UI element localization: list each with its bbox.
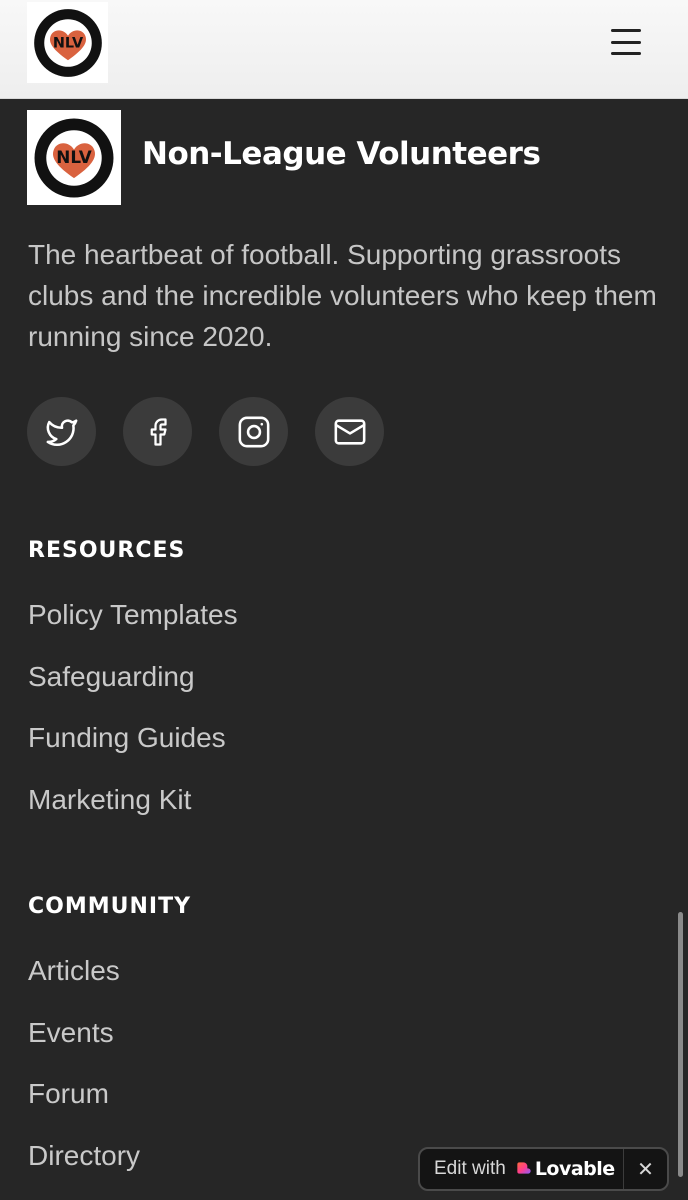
svg-text:NLV: NLV [56,147,91,167]
header-logo[interactable]: NLV [27,2,108,83]
mail-icon [334,418,365,445]
brand-name: Non-League Volunteers [142,136,541,172]
edit-with-lovable-badge: Edit with Lovable ✕ [418,1147,669,1191]
menu-bar [611,52,641,55]
link-marketing-kit[interactable]: Marketing Kit [28,784,191,816]
link-safeguarding[interactable]: Safeguarding [28,661,195,693]
instagram-button[interactable] [219,397,288,466]
link-funding-guides[interactable]: Funding Guides [28,722,226,754]
social-links [27,397,384,466]
menu-bar [611,29,641,32]
link-directory[interactable]: Directory [28,1140,140,1172]
lovable-heart-icon [517,1162,531,1174]
link-policy-templates[interactable]: Policy Templates [28,599,238,631]
edit-with-lovable-button[interactable]: Edit with Lovable [420,1149,623,1189]
close-badge-button[interactable]: ✕ [623,1149,667,1189]
facebook-button[interactable] [123,397,192,466]
resources-heading: RESOURCES [28,538,186,563]
link-events[interactable]: Events [28,1017,114,1049]
edit-with-label: Edit with [434,1158,506,1179]
email-button[interactable] [315,397,384,466]
hamburger-menu-button[interactable] [604,24,648,60]
twitter-icon [46,418,77,446]
instagram-icon [238,416,269,447]
facebook-icon [150,417,167,446]
lovable-brand: Lovable [534,1158,615,1180]
twitter-button[interactable] [27,397,96,466]
link-articles[interactable]: Articles [28,955,120,987]
link-forum[interactable]: Forum [28,1078,109,1110]
community-heading: COMMUNITY [28,894,192,919]
footer-logo[interactable]: NLV [27,110,121,205]
svg-text:NLV: NLV [52,35,83,51]
nlv-logo-icon: NLV [33,8,102,77]
menu-bar [611,40,641,44]
nlv-logo-icon: NLV [34,118,114,197]
scrollbar[interactable] [678,912,683,1177]
tagline: The heartbeat of football. Supporting gr… [28,239,657,352]
site-header: NLV [0,0,688,99]
